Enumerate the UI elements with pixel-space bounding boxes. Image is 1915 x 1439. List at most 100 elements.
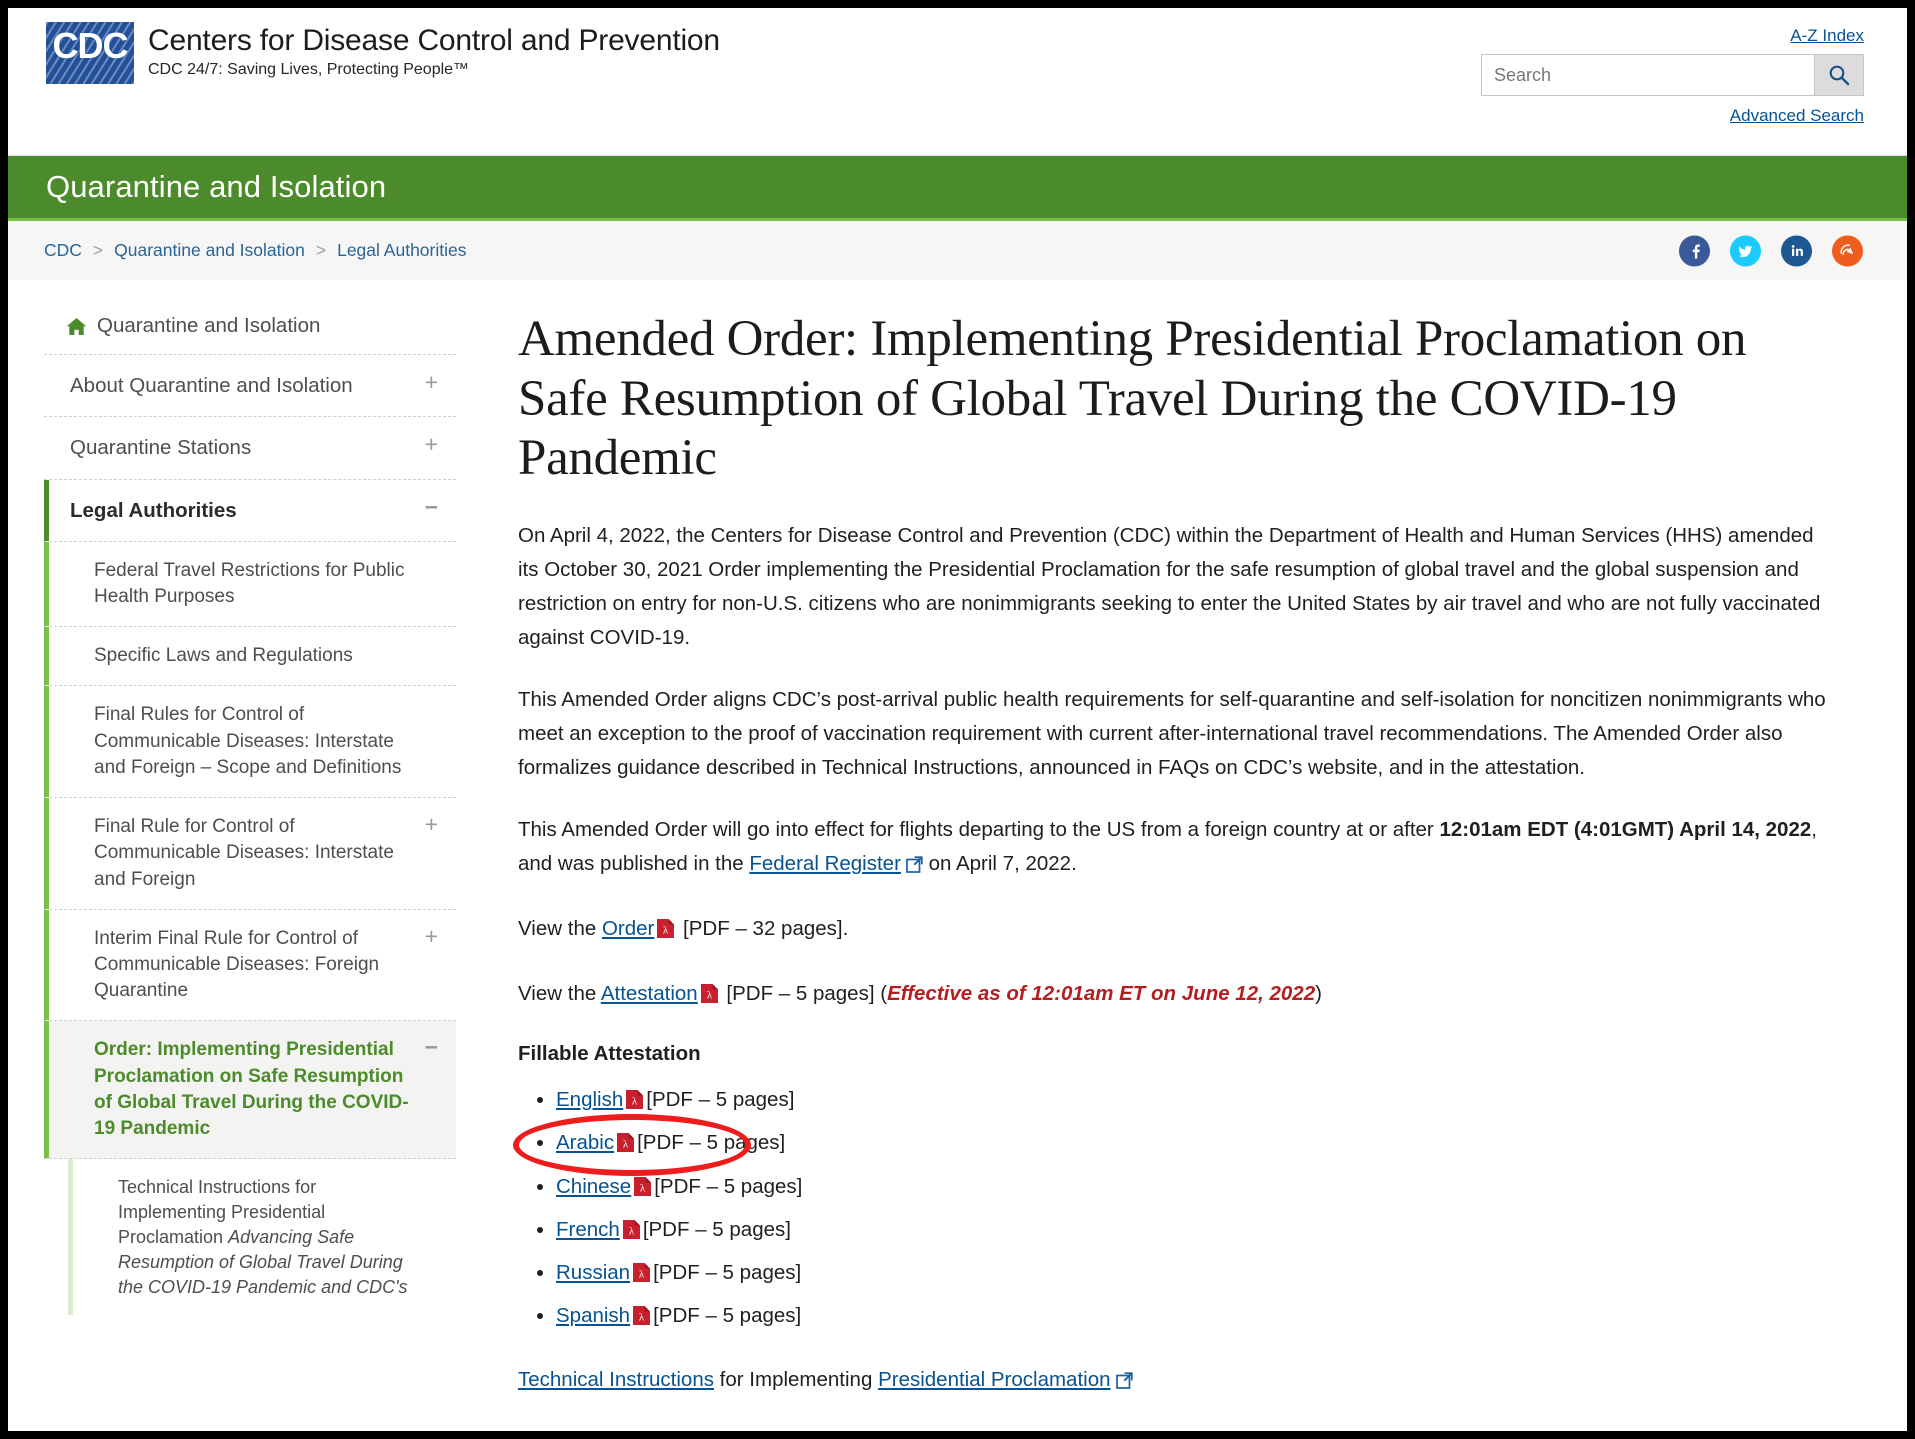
agency-tagline: CDC 24/7: Saving Lives, Protecting Peopl…: [148, 61, 470, 78]
fillable-link-english[interactable]: English: [556, 1088, 623, 1111]
sidebar-item-home[interactable]: Quarantine and Isolation: [44, 308, 456, 355]
pdf-icon: λ: [633, 1258, 651, 1293]
pdf-icon: λ: [617, 1128, 635, 1163]
collapse-minus-icon[interactable]: −: [425, 1036, 438, 1059]
pdf-icon: λ: [626, 1085, 644, 1120]
sidebar-subitem-label: Final Rule for Control of Communicable D…: [94, 816, 394, 890]
federal-register-link[interactable]: Federal Register: [749, 852, 901, 875]
attestation-pdf-link[interactable]: Attestation: [601, 982, 698, 1005]
svg-text:λ: λ: [640, 1182, 646, 1194]
sidebar-subitem-final-rule-interstate[interactable]: Final Rule for Control of Communicable D…: [44, 798, 456, 910]
agency-name: Centers for Disease Control and Preventi…: [148, 24, 720, 57]
svg-text:λ: λ: [663, 925, 669, 937]
fillable-meta: [PDF – 5 pages]: [653, 1261, 802, 1285]
effective-datetime: 12:01am EDT (4:01GMT) April 14, 2022: [1439, 818, 1812, 842]
effective-part-3: on April 7, 2022.: [922, 852, 1077, 876]
fillable-meta: [PDF – 5 pages]: [646, 1088, 795, 1112]
subsub-text-after: and CDC's: [316, 1276, 408, 1297]
syndicate-share-button[interactable]: [1832, 235, 1863, 266]
linkedin-share-button[interactable]: [1781, 235, 1812, 266]
fillable-meta: [PDF – 5 pages]: [653, 1304, 802, 1328]
fillable-meta: [PDF – 5 pages]: [637, 1131, 786, 1155]
view-order-line: View the Order λ [PDF – 32 pages].: [518, 912, 1837, 949]
search-icon: [1829, 65, 1850, 86]
collapse-minus-icon[interactable]: −: [425, 495, 438, 519]
attestation-effective-note: Effective as of 12:01am ET on June 12, 2…: [887, 982, 1316, 1006]
fillable-link-chinese[interactable]: Chinese: [556, 1175, 631, 1198]
sidebar-item-legal-authorities[interactable]: Legal Authorities −: [44, 479, 456, 542]
svg-text:λ: λ: [639, 1269, 645, 1281]
expand-plus-icon[interactable]: +: [425, 371, 438, 394]
sidebar-subitem-order-implementing[interactable]: Order: Implementing Presidential Proclam…: [44, 1021, 456, 1160]
breadcrumb-item-quarantine[interactable]: Quarantine and Isolation: [114, 240, 305, 261]
sidebar-subitem-label: Interim Final Rule for Control of Commun…: [94, 927, 380, 1002]
pdf-icon: λ: [634, 1172, 652, 1207]
search-submit-button[interactable]: [1814, 54, 1864, 96]
fillable-link-russian[interactable]: Russian: [556, 1261, 630, 1284]
sidebar-item-about-quarantine[interactable]: About Quarantine and Isolation +: [44, 355, 456, 418]
sidebar-subitem-interim-final-rule[interactable]: Interim Final Rule for Control of Commun…: [44, 909, 456, 1022]
facebook-icon: [1692, 244, 1700, 259]
fillable-link-arabic[interactable]: Arabic: [556, 1131, 614, 1154]
fillable-meta: [PDF – 5 pages]: [642, 1217, 791, 1241]
fillable-link-french[interactable]: French: [556, 1218, 620, 1241]
tech-middle-text: for Implementing: [713, 1367, 879, 1391]
cdc-logo[interactable]: CDC Centers for Disease Control and Prev…: [46, 20, 720, 84]
a-z-index-link[interactable]: A-Z Index: [1790, 26, 1864, 46]
sidebar-subitem-label: Specific Laws and Regulations: [94, 645, 353, 667]
twitter-share-button[interactable]: [1730, 235, 1761, 266]
section-banner: Quarantine and Isolation: [8, 156, 1907, 221]
sidebar-item-label: About Quarantine and Isolation: [70, 374, 353, 397]
linkedin-icon: [1791, 245, 1803, 256]
pdf-icon: λ: [657, 915, 675, 949]
presidential-proclamation-link[interactable]: Presidential Proclamation: [878, 1368, 1110, 1391]
sidebar-subsubitem-technical-instructions[interactable]: Technical Instructions for Implementing …: [44, 1159, 456, 1316]
advanced-search-link[interactable]: Advanced Search: [1730, 106, 1864, 126]
svg-text:λ: λ: [639, 1312, 645, 1324]
view-order-suffix: [PDF – 32 pages].: [677, 917, 849, 941]
cdc-logo-mark: CDC: [46, 22, 134, 84]
view-attestation-line: View the Attestation λ [PDF – 5 pages] (E…: [518, 977, 1837, 1014]
breadcrumb-item-legal[interactable]: Legal Authorities: [337, 240, 466, 261]
fillable-meta: [PDF – 5 pages]: [654, 1174, 803, 1198]
sidebar-subitem-final-rules-scope[interactable]: Final Rules for Control of Communicable …: [44, 686, 456, 799]
technical-instructions-link[interactable]: Technical Instructions: [518, 1368, 714, 1391]
pdf-icon: λ: [622, 1215, 640, 1250]
sidebar-subitem-label: Order: Implementing Presidential Proclam…: [94, 1039, 409, 1140]
view-order-prefix: View the: [518, 917, 602, 941]
expand-plus-icon[interactable]: +: [425, 813, 438, 836]
left-navigation: Quarantine and Isolation About Quarantin…: [8, 280, 456, 1428]
cdc-logo-letters: CDC: [52, 25, 129, 66]
sidebar-subitem-label: Federal Travel Restrictions for Public H…: [94, 559, 405, 607]
breadcrumb-item-cdc[interactable]: CDC: [44, 240, 82, 261]
breadcrumb-bar: CDC > Quarantine and Isolation > Legal A…: [8, 221, 1907, 280]
expand-plus-icon[interactable]: +: [425, 433, 438, 456]
technical-instructions-line: Technical Instructions for Implementing …: [518, 1363, 1837, 1400]
list-item: Frenchλ [PDF – 5 pages]: [556, 1212, 1837, 1250]
external-link-icon: [906, 850, 923, 884]
fillable-link-spanish[interactable]: Spanish: [556, 1304, 630, 1327]
sidebar-item-quarantine-stations[interactable]: Quarantine Stations +: [44, 417, 456, 480]
view-attestation-suffix: [PDF – 5 pages] (: [720, 982, 888, 1006]
home-icon: [66, 317, 87, 336]
sidebar-item-label: Quarantine Stations: [70, 436, 252, 460]
twitter-icon: [1738, 245, 1753, 257]
sidebar-home-label: Quarantine and Isolation: [97, 314, 321, 337]
expand-plus-icon[interactable]: +: [425, 924, 438, 948]
page-body: Quarantine and Isolation About Quarantin…: [8, 280, 1907, 1428]
paragraph-alignment: This Amended Order aligns CDC’s post-arr…: [518, 688, 1826, 780]
fillable-attestation-list: Englishλ[PDF – 5 pages] Arabicλ[PDF – 5 …: [518, 1082, 1837, 1337]
sidebar-subitem-specific-laws[interactable]: Specific Laws and Regulations: [44, 627, 456, 687]
fillable-attestation-heading: Fillable Attestation: [518, 1042, 701, 1066]
view-attestation-close: ): [1315, 982, 1322, 1006]
effective-part-1: This Amended Order will go into effect f…: [518, 818, 1440, 842]
pdf-icon: λ: [700, 980, 718, 1014]
facebook-share-button[interactable]: [1679, 235, 1710, 266]
list-item: Russian λ [PDF – 5 pages]: [556, 1255, 1837, 1293]
svg-text:λ: λ: [629, 1225, 635, 1237]
sidebar-subitem-federal-travel-restrictions[interactable]: Federal Travel Restrictions for Public H…: [44, 541, 456, 628]
search-input[interactable]: [1481, 54, 1814, 96]
breadcrumb-separator: >: [315, 240, 327, 260]
search-form[interactable]: [1481, 54, 1864, 96]
order-pdf-link[interactable]: Order: [602, 917, 654, 940]
